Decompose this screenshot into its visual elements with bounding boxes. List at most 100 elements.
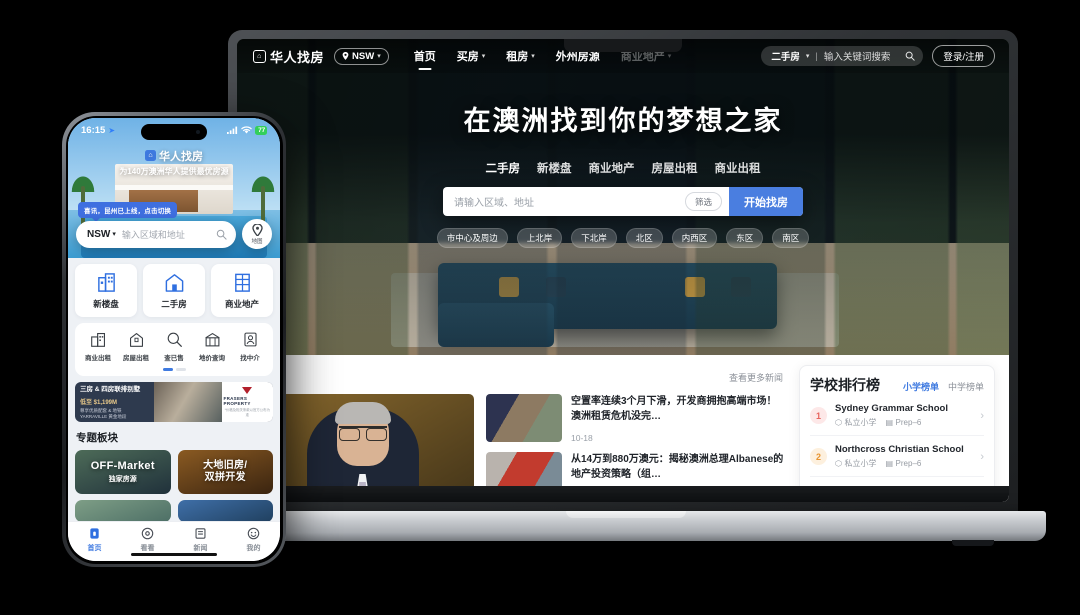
tile-house-rent[interactable]: 房屋出租 bbox=[117, 331, 155, 362]
phone-content: 新楼盘 二手房 商业地产 商业出租 房屋出租 查已售 地价查询 找中介 三房 &… bbox=[68, 258, 280, 521]
tile-land-value[interactable]: 地价查询 bbox=[193, 331, 231, 362]
tile-secondhand[interactable]: 二手房 bbox=[143, 264, 205, 317]
chevron-right-icon: › bbox=[980, 450, 984, 463]
tab-newdevelopment[interactable]: 新楼盘 bbox=[537, 160, 572, 176]
nav-item-home[interactable]: 首页 bbox=[414, 48, 436, 64]
brand-logo[interactable]: ⌂ 华人找房 bbox=[253, 47, 324, 66]
lower-content: 资讯 查看更多新闻 ：如果联盟党赢得大选，将拿出$50亿让澳人更…房（组图） bbox=[237, 355, 1009, 502]
chip-inner-west[interactable]: 内西区 bbox=[671, 228, 718, 248]
tabbar-home[interactable]: 首页 bbox=[68, 527, 121, 553]
phone-brand: ⌂ 华人找房 bbox=[145, 148, 203, 164]
search-input[interactable]: 请输入区域、地址 bbox=[443, 194, 685, 209]
secondary-tiles-card: 商业出租 房屋出租 查已售 地价查询 找中介 bbox=[75, 323, 273, 376]
filter-button[interactable]: 筛选 bbox=[684, 192, 722, 211]
chevron-down-icon: ▾ bbox=[112, 231, 116, 238]
phone-search-input[interactable]: 输入区域和地址 bbox=[122, 228, 210, 241]
topic-card[interactable] bbox=[177, 500, 273, 521]
school-card-header: 学校排行榜 小学榜单 中学榜单 bbox=[810, 375, 984, 395]
school-row[interactable]: 1 Sydney Grammar School ⬡私立小学 ▤Prep–6 bbox=[810, 395, 984, 436]
phone-search-row: NSW ▾ 输入区域和地址 地图 bbox=[76, 219, 272, 249]
tile-new-development[interactable]: 新楼盘 bbox=[75, 264, 137, 317]
news-item-title: 从14万到880万澳元：揭秘澳洲总理Albanese的地产投资策略（组… bbox=[571, 454, 784, 480]
phone-search-box[interactable]: NSW ▾ 输入区域和地址 bbox=[76, 220, 236, 248]
school-ranking-card: 学校排行榜 小学榜单 中学榜单 1 Sydney Grammar School … bbox=[799, 365, 995, 502]
wifi-icon bbox=[241, 126, 253, 134]
region-label: NSW bbox=[352, 50, 375, 62]
tab-commercial[interactable]: 商业地产 bbox=[589, 160, 635, 176]
tab-commercial-rent[interactable]: 商业出租 bbox=[715, 160, 761, 176]
laptop-camera-notch bbox=[564, 39, 682, 52]
phone-state-selector[interactable]: NSW ▾ bbox=[87, 229, 116, 240]
tabbar-news[interactable]: 新闻 bbox=[174, 527, 227, 553]
region-switch-tooltip[interactable]: 喜讯，昆州已上线，点击切换 bbox=[78, 202, 178, 222]
tile-commercial[interactable]: 商业地产 bbox=[211, 264, 273, 317]
tile-find-agent[interactable]: 找中介 bbox=[231, 331, 269, 362]
news-item-title: 空置率连续3个月下滑，开发商拥抱高端市场！澳洲租赁危机没完… bbox=[571, 396, 777, 422]
commercial-rent-icon bbox=[90, 331, 107, 348]
tab-primary-ranking[interactable]: 小学榜单 bbox=[903, 380, 939, 393]
topic-title: OFF-Market bbox=[90, 460, 155, 472]
news-icon bbox=[194, 527, 207, 540]
school-tabs: 小学榜单 中学榜单 bbox=[903, 380, 984, 393]
promo-line-2: 低至 $1,199M bbox=[80, 399, 118, 406]
topic-off-market[interactable]: OFF-Market 独家房源 bbox=[75, 450, 171, 494]
map-button[interactable]: 地图 bbox=[242, 219, 272, 249]
phone-brand-name: 华人找房 bbox=[159, 150, 203, 163]
login-register-button[interactable]: 登录/注册 bbox=[932, 45, 995, 67]
topics-row: OFF-Market 独家房源 大地旧房/ 双拼开发 bbox=[75, 450, 273, 494]
nav-right-group: 二手房 ▾ | 输入关键词搜索 登录/注册 bbox=[761, 45, 995, 67]
laptop-device: ⌂ 华人找房 NSW ▾ 首页 买房 ▾ 租房 ▾ 外州房源 商业地产 ▾ 二手… bbox=[206, 30, 1046, 546]
chevron-down-icon: ▾ bbox=[531, 53, 535, 60]
chip-south[interactable]: 南区 bbox=[772, 228, 810, 248]
school-badge-icon: ⬡ bbox=[835, 459, 842, 468]
chip-north[interactable]: 北区 bbox=[625, 228, 663, 248]
nav-item-label: 买房 bbox=[456, 51, 479, 63]
tile-commercial-rent[interactable]: 商业出租 bbox=[79, 331, 117, 362]
tile-sold[interactable]: 查已售 bbox=[155, 331, 193, 362]
chevron-down-icon: ▾ bbox=[481, 53, 486, 60]
tabbar-profile[interactable]: 我的 bbox=[227, 527, 280, 553]
promo-disclaimer: *价格及相关条款以官方公布为准 bbox=[224, 408, 270, 417]
chip-upper-north[interactable]: 上北岸 bbox=[516, 228, 563, 248]
nav-search-type[interactable]: 二手房 bbox=[771, 49, 800, 63]
topic-card[interactable] bbox=[75, 500, 171, 521]
tab-house-rent[interactable]: 房屋出租 bbox=[652, 160, 698, 176]
chip-lower-north[interactable]: 下北岸 bbox=[571, 228, 617, 248]
tab-secondhand[interactable]: 二手房 bbox=[486, 160, 521, 176]
carousel-dot[interactable] bbox=[175, 368, 186, 371]
hero-section: ⌂ 华人找房 NSW ▾ 首页 买房 ▾ 租房 ▾ 外州房源 商业地产 ▾ 二手… bbox=[237, 39, 1009, 355]
book-icon: ▤ bbox=[885, 418, 894, 427]
tabbar-explore[interactable]: 看看 bbox=[121, 527, 174, 553]
news-list-item[interactable]: 空置率连续3个月下滑，开发商拥抱高端市场！澳洲租赁危机没完… 10-18 bbox=[486, 394, 785, 443]
topic-title: 大地旧房/ 双拼开发 bbox=[203, 459, 248, 484]
hero-tabs: 二手房 新楼盘 商业地产 房屋出租 商业出租 bbox=[237, 160, 1009, 176]
nav-search-box[interactable]: 二手房 ▾ | 输入关键词搜索 bbox=[761, 46, 924, 66]
nav-item-rent[interactable]: 租房 ▾ bbox=[506, 48, 535, 64]
chip-cbd[interactable]: 市中心及周边 bbox=[436, 228, 508, 248]
tab-label: 首页 bbox=[87, 544, 102, 552]
phone-device: 16:15 ➤ 77 ⌂ 华人找房 为140万澳洲华人提供最优房源 喜讯，昆州已… bbox=[62, 112, 286, 567]
nav-search-input[interactable]: 输入关键词搜索 bbox=[824, 49, 900, 63]
news-more-link[interactable]: 查看更多新闻 bbox=[729, 371, 783, 384]
location-arrow-icon: ➤ bbox=[108, 125, 116, 135]
nav-item-label: 租房 bbox=[506, 51, 529, 63]
carousel-dot-active[interactable] bbox=[162, 368, 173, 371]
nav-search-divider: | bbox=[815, 50, 818, 62]
promo-banner[interactable]: 三房 & 四房联排别墅 低至 $1,199M 尊享优质配套 & 地铁 YARRA… bbox=[75, 382, 273, 422]
search-icon[interactable] bbox=[905, 51, 916, 61]
school-row[interactable]: 2 Northcross Christian School ⬡ 私立小学 ▤ Pre… bbox=[810, 436, 984, 477]
status-time: 16:15 bbox=[81, 124, 106, 136]
tile-label: 房屋出租 bbox=[123, 355, 149, 362]
topic-land-redevelopment[interactable]: 大地旧房/ 双拼开发 bbox=[177, 450, 273, 494]
search-icon[interactable] bbox=[216, 229, 227, 240]
secondary-tiles: 商业出租 房屋出租 查已售 地价查询 找中介 bbox=[79, 331, 269, 362]
chip-east[interactable]: 东区 bbox=[726, 228, 764, 248]
start-search-button[interactable]: 开始找房 bbox=[729, 187, 803, 216]
chevron-right-icon: › bbox=[980, 409, 984, 422]
region-selector[interactable]: NSW ▾ bbox=[334, 47, 389, 65]
tab-secondary-ranking[interactable]: 中学榜单 bbox=[948, 380, 984, 393]
laptop-foot bbox=[952, 540, 994, 546]
nav-item-buy[interactable]: 买房 ▾ bbox=[457, 48, 486, 64]
chevron-down-icon: ▾ bbox=[805, 53, 810, 60]
cellular-bars-icon bbox=[227, 126, 238, 134]
